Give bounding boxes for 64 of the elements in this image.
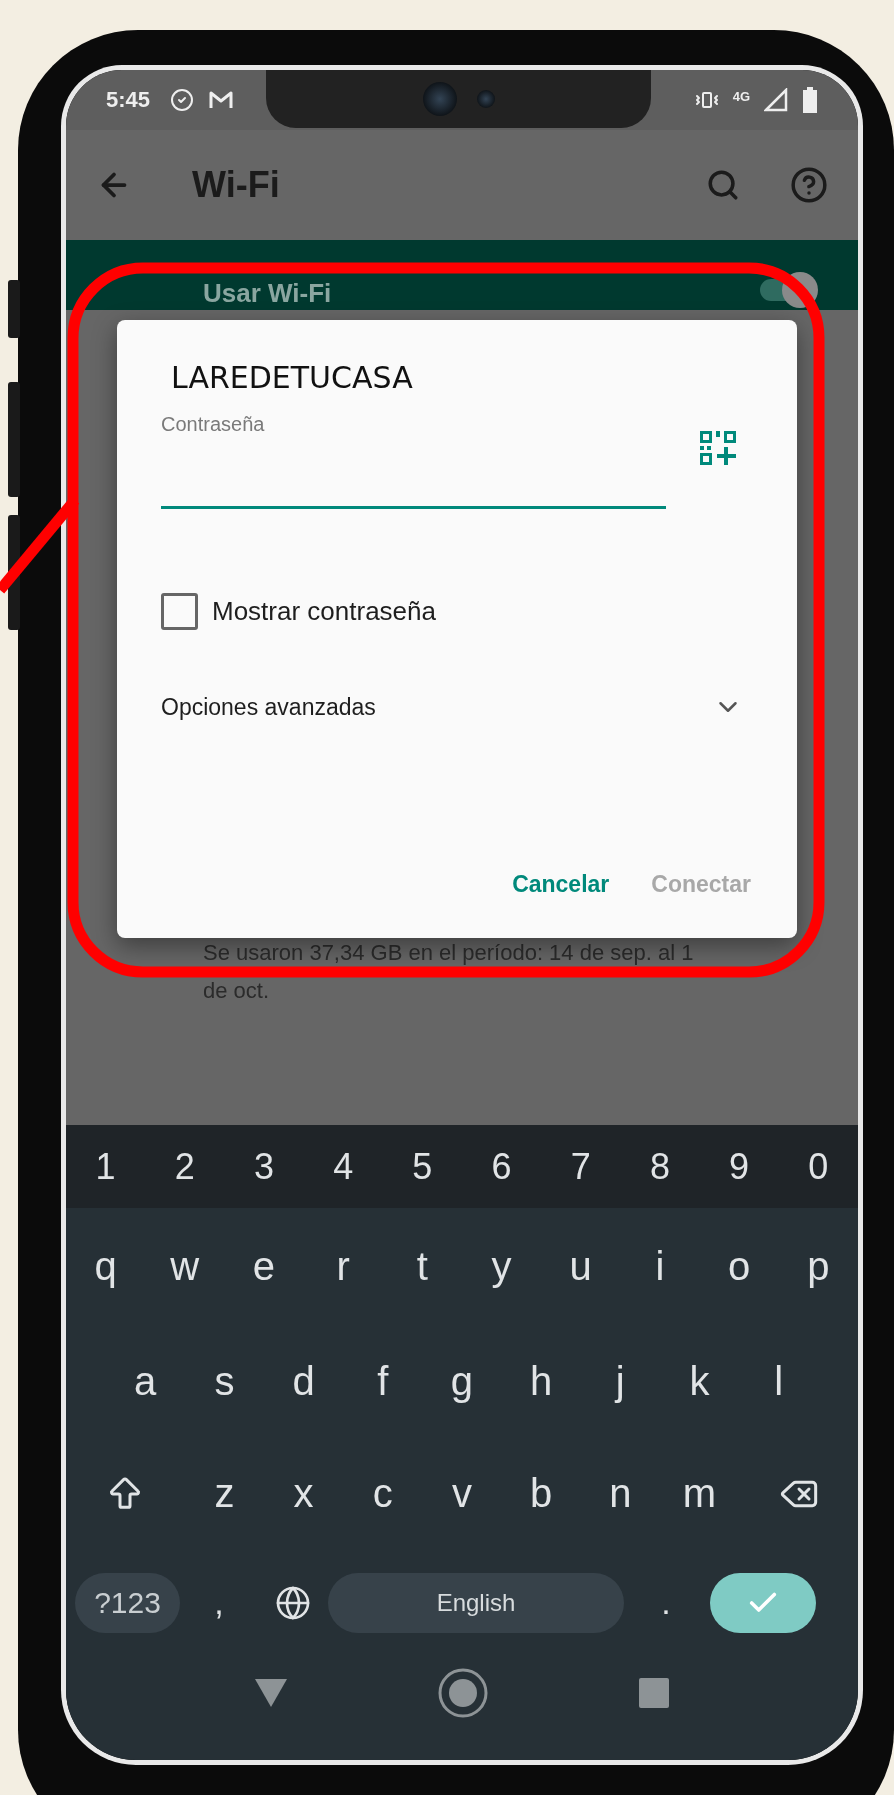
keyboard-key[interactable]: t — [382, 1208, 462, 1325]
symbols-key[interactable]: ?123 — [75, 1572, 180, 1633]
show-password-checkbox[interactable] — [161, 593, 198, 630]
keyboard-key[interactable]: l — [739, 1325, 819, 1437]
keyboard-key[interactable]: 5 — [382, 1125, 462, 1208]
period-key[interactable]: . — [624, 1550, 708, 1655]
keyboard-key[interactable]: p — [778, 1208, 858, 1325]
keyboard-key[interactable]: s — [184, 1325, 264, 1437]
password-field[interactable]: Contraseña — [161, 413, 666, 509]
help-icon[interactable] — [790, 166, 828, 204]
status-time: 5:45 — [106, 87, 151, 113]
keyboard-key[interactable]: o — [699, 1208, 779, 1325]
wifi-toggle-label: Usar Wi-Fi — [203, 278, 332, 308]
keyboard-key[interactable]: 8 — [620, 1125, 700, 1208]
keyboard-key[interactable]: 1 — [66, 1125, 146, 1208]
keyboard-key[interactable]: 2 — [145, 1125, 225, 1208]
keyboard-key[interactable]: c — [343, 1437, 423, 1550]
keyboard-key[interactable]: i — [620, 1208, 700, 1325]
advanced-options-label[interactable]: Opciones avanzadas — [161, 693, 376, 721]
back-icon[interactable] — [255, 1678, 287, 1707]
search-icon[interactable] — [706, 168, 740, 202]
dialog-button[interactable]: Cancelar — [512, 871, 610, 898]
keyboard-key[interactable]: h — [501, 1325, 581, 1437]
keyboard-key[interactable]: z — [184, 1437, 264, 1550]
qr-code-icon[interactable] — [700, 431, 736, 465]
keyboard-key[interactable]: 4 — [303, 1125, 383, 1208]
keyboard-key[interactable]: 6 — [461, 1125, 542, 1208]
checkbox-label: Mostrar contraseña — [212, 596, 436, 627]
keyboard-key[interactable]: j — [580, 1325, 660, 1437]
comma-key[interactable]: , — [180, 1550, 258, 1655]
recents-icon[interactable] — [639, 1677, 669, 1708]
keyboard-key[interactable]: e — [224, 1208, 304, 1325]
signal-icon — [764, 88, 788, 112]
mail-icon — [208, 89, 235, 111]
keyboard-key[interactable]: 7 — [541, 1125, 621, 1208]
usage-note: Se usaron 37,34 GB en el período: 14 de sep. al 1 — [203, 941, 695, 965]
globe-icon — [275, 1584, 311, 1621]
home-icon[interactable] — [437, 1666, 489, 1719]
keyboard-key[interactable]: q — [66, 1208, 146, 1325]
keyboard-key[interactable]: y — [461, 1208, 542, 1325]
keyboard-key[interactable]: n — [580, 1437, 660, 1550]
keyboard-key[interactable]: f — [343, 1325, 423, 1437]
keyboard-key[interactable]: 3 — [224, 1125, 304, 1208]
keyboard-key[interactable]: 0 — [778, 1125, 858, 1208]
keyboard-key[interactable]: 9 — [699, 1125, 779, 1208]
keyboard-key[interactable]: x — [264, 1437, 344, 1550]
keyboard-key[interactable]: v — [422, 1437, 502, 1550]
screen-title: Wi-Fi — [192, 164, 281, 206]
keyboard-key[interactable]: g — [422, 1325, 502, 1437]
battery-icon — [802, 87, 818, 113]
network-name: LAREDETUCASA — [171, 360, 413, 395]
keyboard-key[interactable]: m — [659, 1437, 740, 1550]
usage-note: de oct. — [203, 979, 271, 1003]
check-circle-icon — [170, 88, 195, 112]
keyboard-key[interactable]: u — [541, 1208, 621, 1325]
volume-key — [8, 280, 20, 338]
space-bar[interactable]: English — [328, 1572, 624, 1633]
network-type: 4G — [732, 88, 750, 104]
keyboard-key[interactable]: a — [105, 1325, 185, 1437]
keyboard-key[interactable]: k — [659, 1325, 740, 1437]
keyboard-key[interactable]: w — [145, 1208, 225, 1325]
keyboard-key[interactable]: d — [263, 1325, 344, 1437]
keyboard-key[interactable]: r — [303, 1208, 383, 1325]
keyboard-key[interactable]: b — [501, 1437, 581, 1550]
